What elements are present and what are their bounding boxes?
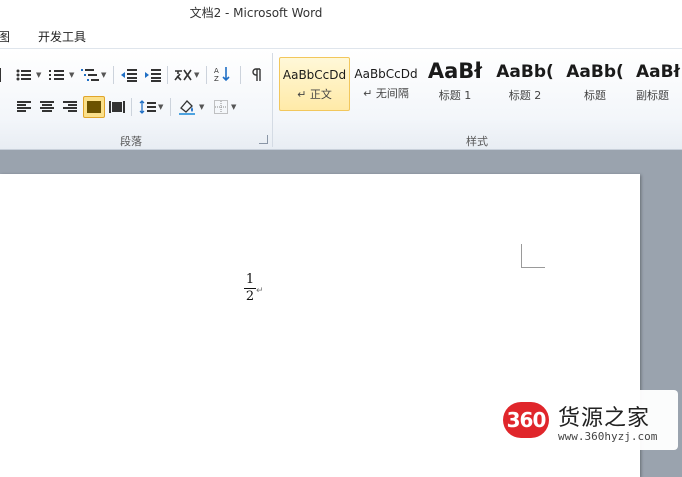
chinese-layout-icon[interactable] [174,67,192,83]
style-sample: AaBb( [566,62,624,82]
style-subtitle[interactable]: AaBł 副标题 [636,57,682,111]
tab-developer[interactable]: 开发工具 [38,28,86,45]
align-center-icon[interactable] [38,99,56,115]
chinese-layout-dropdown-icon[interactable]: ▼ [194,71,199,79]
style-name: 标题 1 [438,89,472,102]
style-sample: AaBł [636,62,680,82]
justify-button[interactable] [83,96,105,118]
style-name: ↵ 无间隔 [363,87,409,100]
watermark: 360 货源之家 www.360hyzj.com [500,390,678,450]
style-no-spacing[interactable]: AaBbCcDd ↵ 无间隔 [352,57,420,111]
margin-corner-mark [521,244,545,268]
justify-icon [87,101,101,113]
fraction-equation[interactable]: 1 2 [244,273,256,304]
ribbon: ▼ ▼ ▼ ▼ AZ ▼ ▼ ▼ 段落 AaBbCcDd ↵ 正文 AaBbCc… [0,48,682,150]
window-title: 文档2 - Microsoft Word [189,6,323,20]
tab-view[interactable]: 图 [0,28,10,45]
watermark-logo-badge: 360 [503,402,549,438]
style-name: ↵ 正文 [297,88,332,101]
align-right-icon[interactable] [61,99,79,115]
watermark-name: 货源之家 [558,406,651,431]
align-left-icon[interactable] [15,99,33,115]
borders-icon[interactable] [212,99,230,115]
svg-text:A: A [214,67,219,75]
bullets-icon[interactable] [15,67,33,83]
distributed-icon[interactable] [108,99,126,115]
fraction-numerator: 1 [245,272,255,287]
paragraph-mark: ↵ [256,286,264,296]
style-sample: AaBł [427,59,483,83]
svg-text:Z: Z [214,75,219,82]
style-name: 标题 2 [508,89,542,102]
title-bar: 文档2 - Microsoft Word [0,0,682,22]
borders-dropdown-icon[interactable]: ▼ [231,103,236,111]
show-paragraph-marks-icon[interactable] [248,67,266,83]
style-name: 副标题 [636,89,669,102]
line-spacing-dropdown-icon[interactable]: ▼ [158,103,163,111]
style-name: 标题 [584,89,606,102]
styles-group-label: 样式 [466,135,488,148]
paragraph-dialog-launcher-icon[interactable] [259,135,268,144]
shading-icon[interactable] [178,99,196,115]
bullets-dropdown-icon[interactable]: ▼ [36,71,41,79]
style-heading-2[interactable]: AaBb( 标题 2 [494,57,556,111]
increase-indent-icon[interactable] [144,67,162,83]
fraction-denominator: 2 [245,289,255,304]
style-sample: AaBbCcDd [282,68,347,82]
numbering-icon[interactable] [48,67,66,83]
text-cursor-icon[interactable] [0,67,10,83]
decrease-indent-icon[interactable] [120,67,138,83]
watermark-url: www.360hyzj.com [558,430,658,443]
paragraph-group-label: 段落 [120,135,142,148]
multilevel-dropdown-icon[interactable]: ▼ [101,71,106,79]
sort-icon[interactable]: AZ [214,66,232,82]
numbering-dropdown-icon[interactable]: ▼ [69,71,74,79]
line-spacing-icon[interactable] [139,99,157,115]
style-sample: AaBb( [496,62,554,82]
multilevel-list-icon[interactable] [81,67,99,83]
shading-dropdown-icon[interactable]: ▼ [199,103,204,111]
ribbon-tabs: 图 开发工具 [0,22,682,48]
style-normal[interactable]: AaBbCcDd ↵ 正文 [279,57,350,111]
style-title[interactable]: AaBb( 标题 [564,57,626,111]
style-heading-1[interactable]: AaBł 标题 1 [424,57,486,111]
style-sample: AaBbCcDd [354,67,418,81]
